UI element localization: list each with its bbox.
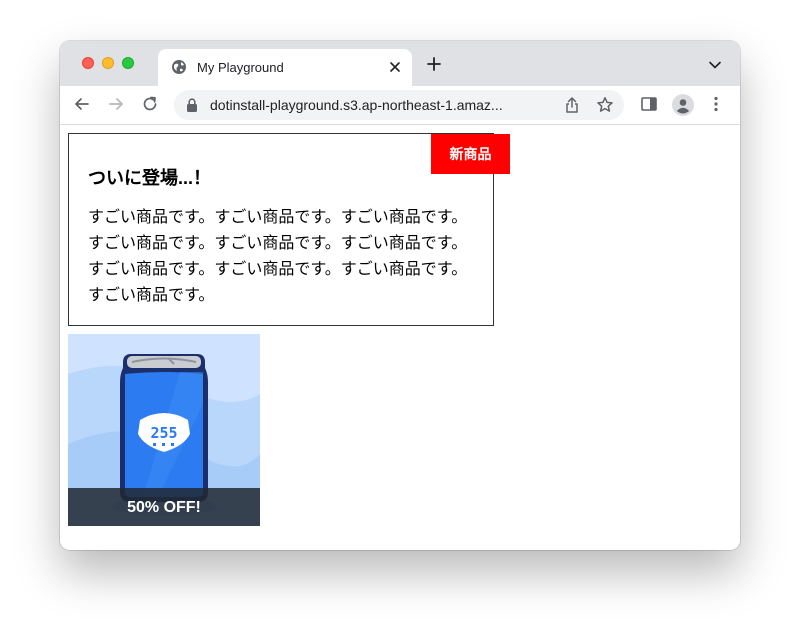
kebab-menu-icon[interactable] <box>707 95 725 113</box>
page-content: ついに登場...！ すごい商品です。すごい商品です。すごい商品です。すごい商品で… <box>60 125 740 550</box>
can-logo-text: 255 <box>150 424 177 442</box>
discount-caption: 50% OFF! <box>68 488 260 526</box>
side-panel-icon[interactable] <box>640 95 658 113</box>
close-window-button[interactable] <box>82 57 94 69</box>
card-body: すごい商品です。すごい商品です。すごい商品です。すごい商品です。すごい商品です。… <box>88 209 468 304</box>
forward-arrow-icon[interactable] <box>107 95 125 113</box>
new-product-badge: 新商品 <box>431 134 510 174</box>
address-bar[interactable]: dotinstall-playground.s3.ap-northeast-1.… <box>174 90 624 120</box>
star-icon[interactable] <box>596 96 614 114</box>
plus-icon[interactable] <box>426 56 442 72</box>
back-arrow-icon[interactable] <box>73 95 91 113</box>
tab-title: My Playground <box>197 60 284 75</box>
browser-window: My Playground dotinstall-playground.s3.a… <box>60 41 740 550</box>
chevron-down-icon[interactable] <box>708 61 722 69</box>
url-text[interactable]: dotinstall-playground.s3.ap-northeast-1.… <box>210 97 550 113</box>
product-card: ついに登場...！ すごい商品です。すごい商品です。すごい商品です。すごい商品で… <box>68 133 510 326</box>
lock-icon[interactable] <box>186 98 198 112</box>
zoom-window-button[interactable] <box>122 57 134 69</box>
tab-my-playground[interactable]: My Playground <box>158 49 412 86</box>
minimize-window-button[interactable] <box>102 57 114 69</box>
promo-image: 255 50% OFF! <box>68 334 260 526</box>
card-heading: ついに登場...！ <box>88 168 212 188</box>
tab-strip: My Playground <box>60 41 740 86</box>
profile-icon[interactable] <box>672 94 694 116</box>
reload-icon[interactable] <box>141 95 159 113</box>
globe-icon <box>172 60 186 74</box>
share-icon[interactable] <box>563 96 581 114</box>
close-icon[interactable] <box>386 58 404 76</box>
browser-toolbar: dotinstall-playground.s3.ap-northeast-1.… <box>60 86 740 125</box>
